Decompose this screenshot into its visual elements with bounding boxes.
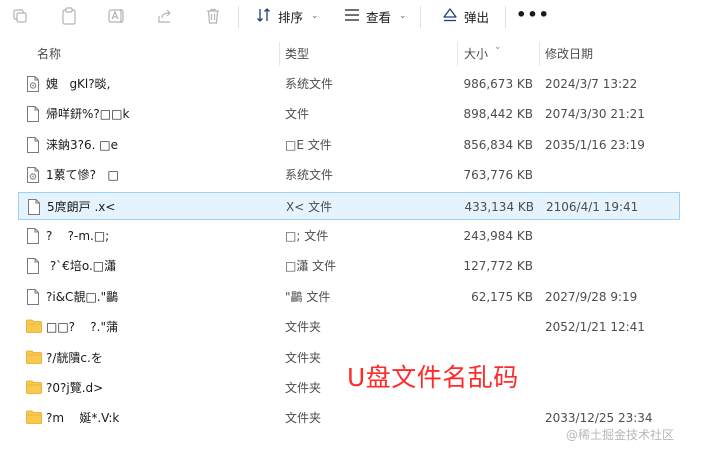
file-row[interactable]: 涞鈉3?6. □e □E 文件 856,834 KB 2035/1/16 23:19 — [18, 131, 680, 159]
file-icon — [26, 288, 40, 305]
file-modified-date: 2027/9/28 9:19 — [545, 289, 638, 304]
toolbar-divider — [420, 6, 421, 28]
paste-icon[interactable] — [57, 4, 81, 28]
file-row[interactable]: 媿 gKl?晱, 系统文件 986,673 KB 2024/3/7 13:22 — [18, 70, 680, 98]
file-modified-date: 2106/4/1 19:41 — [546, 199, 639, 214]
file-size: 433,134 KB — [464, 199, 534, 214]
eject-icon — [442, 7, 458, 26]
file-type: 文件 — [285, 107, 310, 122]
file-type: "鸓 文件 — [285, 289, 331, 304]
view-list-icon — [344, 8, 360, 25]
file-type: □; 文件 — [285, 229, 329, 243]
file-size: 243,984 KB — [463, 229, 533, 243]
file-modified-date: 2052/1/21 12:41 — [545, 320, 645, 335]
file-icon — [27, 198, 41, 215]
file-name: ?m 娫*.V:k — [46, 411, 120, 426]
file-size: 986,673 KB — [463, 77, 533, 91]
toolbar-divider — [505, 6, 506, 28]
folder-icon — [26, 380, 42, 396]
file-name: 5庹朗戸 .x< — [47, 199, 116, 214]
file-modified-date — [545, 222, 680, 250]
file-type: 文件夹 — [285, 320, 322, 335]
file-name: ? ?-m.□; — [46, 229, 110, 243]
file-name: ?/靗隤c.を — [46, 350, 103, 365]
chevron-down-icon: ⌄ — [399, 11, 407, 21]
folder-icon — [26, 350, 42, 366]
file-name: ?`€培o.□瀟 — [46, 259, 117, 274]
copy-icon[interactable] — [8, 4, 32, 28]
delete-icon[interactable] — [201, 4, 225, 28]
system-file-icon — [26, 76, 40, 92]
folder-icon — [26, 319, 42, 335]
column-header-size[interactable]: 大小 — [464, 40, 488, 68]
file-modified-date: 2024/3/7 13:22 — [545, 77, 638, 91]
file-modified-date: 2074/3/30 21:21 — [545, 107, 645, 122]
view-label: 查看 — [366, 9, 392, 25]
chevron-down-icon: ⌄ — [311, 11, 319, 21]
sort-descending-icon: ⌄ — [494, 42, 502, 52]
toolbar-divider — [238, 6, 239, 28]
file-row[interactable]: ?`€培o.□瀟 □瀟 文件 127,772 KB — [18, 252, 680, 280]
file-modified-date — [545, 344, 680, 372]
file-row[interactable]: □□? ?."蒲 文件夹 2052/1/21 12:41 — [18, 313, 680, 341]
file-type: 系统文件 — [285, 77, 334, 91]
column-divider[interactable] — [539, 42, 540, 66]
file-name: □□? ?."蒲 — [46, 320, 119, 335]
file-type: X< 文件 — [286, 199, 333, 214]
column-header-row: 名称 类型 大小 修改日期 — [0, 40, 702, 68]
sort-button[interactable]: 排序 ⌄ — [256, 4, 319, 28]
file-type: 系统文件 — [285, 168, 334, 183]
file-modified-date — [545, 161, 680, 189]
column-header-type[interactable]: 类型 — [285, 40, 309, 68]
sort-label: 排序 — [278, 9, 304, 25]
file-name: ?i&C靚□."鸓 — [46, 289, 119, 304]
file-size: 763,776 KB — [463, 168, 533, 183]
command-bar: 排序 ⌄ 查看 ⌄ 弹出 ••• — [0, 0, 702, 36]
file-icon — [26, 136, 40, 153]
share-icon[interactable] — [153, 4, 177, 28]
file-size: 62,175 KB — [471, 289, 533, 304]
column-divider[interactable] — [457, 42, 458, 66]
column-header-name[interactable]: 名称 — [37, 40, 61, 68]
sort-icon — [256, 7, 272, 26]
file-type: □E 文件 — [285, 137, 332, 152]
more-options-button[interactable]: ••• — [516, 2, 549, 26]
file-name: 涞鈉3?6. □e — [46, 137, 118, 152]
file-modified-date: 2035/1/16 23:19 — [545, 137, 645, 152]
file-type: 文件夹 — [285, 411, 322, 426]
file-name: 帰咩鈃%?□□k — [46, 107, 130, 122]
column-divider[interactable] — [279, 42, 280, 66]
file-icon — [26, 228, 40, 244]
file-modified-date — [545, 252, 680, 280]
file-size — [461, 313, 533, 341]
file-name: ?0?j覽.d> — [46, 381, 104, 395]
watermark: @稀土掘金技术社区 — [566, 428, 675, 442]
file-modified-date — [545, 374, 680, 402]
file-row[interactable]: ? ?-m.□; □; 文件 243,984 KB — [18, 222, 680, 250]
column-header-modified[interactable]: 修改日期 — [545, 40, 593, 68]
file-name: 1蔂て慘? □ — [46, 168, 119, 183]
overlay-title: U盘文件名乱码 — [347, 363, 519, 392]
file-row[interactable]: ?i&C靚□."鸓 "鸓 文件 62,175 KB 2027/9/28 9:19 — [18, 283, 680, 311]
view-button[interactable]: 查看 ⌄ — [344, 4, 407, 28]
file-type: □瀟 文件 — [285, 259, 337, 274]
eject-button[interactable]: 弹出 — [442, 4, 489, 28]
file-icon — [26, 258, 40, 275]
file-size: 898,442 KB — [463, 107, 533, 122]
system-file-icon — [26, 167, 40, 184]
rename-icon[interactable] — [105, 4, 129, 28]
file-name: 媿 gKl?晱, — [46, 77, 111, 91]
file-size — [461, 404, 533, 432]
file-row[interactable]: 5庹朗戸 .x< X< 文件 433,134 KB 2106/4/1 19:41 — [18, 191, 680, 220]
eject-label: 弹出 — [464, 9, 490, 25]
file-row[interactable]: 帰咩鈃%?□□k 文件 898,442 KB 2074/3/30 21:21 — [18, 100, 680, 128]
file-size: 127,772 KB — [463, 259, 533, 274]
file-size: 856,834 KB — [463, 137, 533, 152]
folder-icon — [26, 410, 42, 426]
file-row[interactable]: 1蔂て慘? □ 系统文件 763,776 KB — [18, 161, 680, 189]
file-icon — [26, 106, 40, 123]
